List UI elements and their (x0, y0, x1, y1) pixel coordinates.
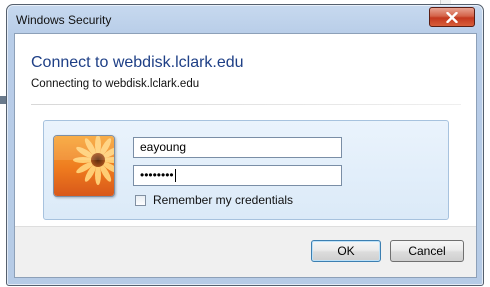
remember-label: Remember my credentials (153, 193, 294, 207)
button-bar: OK Cancel (15, 226, 476, 277)
close-button[interactable] (429, 7, 475, 27)
close-icon (446, 11, 458, 23)
credential-tile[interactable]: eayoung •••••••• Remember my credentials (43, 120, 449, 220)
ok-button[interactable]: OK (311, 240, 381, 262)
password-mask: •••••••• (140, 168, 174, 182)
remember-checkbox[interactable] (135, 194, 146, 206)
text-caret (174, 169, 176, 183)
password-field[interactable]: •••••••• (133, 165, 342, 186)
window-title: Windows Security (16, 13, 112, 27)
divider (31, 104, 461, 105)
dialog-heading: Connect to webdisk.lclark.edu (31, 54, 244, 71)
dialog-body: Connect to webdisk.lclark.edu Connecting… (14, 33, 477, 278)
remember-credentials-option[interactable]: Remember my credentials (135, 193, 293, 207)
windows-security-dialog: Windows Security Connect to webdisk.lcla… (6, 4, 484, 286)
title-bar[interactable]: Windows Security (7, 5, 483, 33)
cancel-button[interactable]: Cancel (390, 240, 464, 262)
dialog-subheading: Connecting to webdisk.lclark.edu (31, 78, 200, 90)
username-field[interactable]: eayoung (133, 137, 342, 158)
user-tile-flower-icon (53, 135, 115, 197)
